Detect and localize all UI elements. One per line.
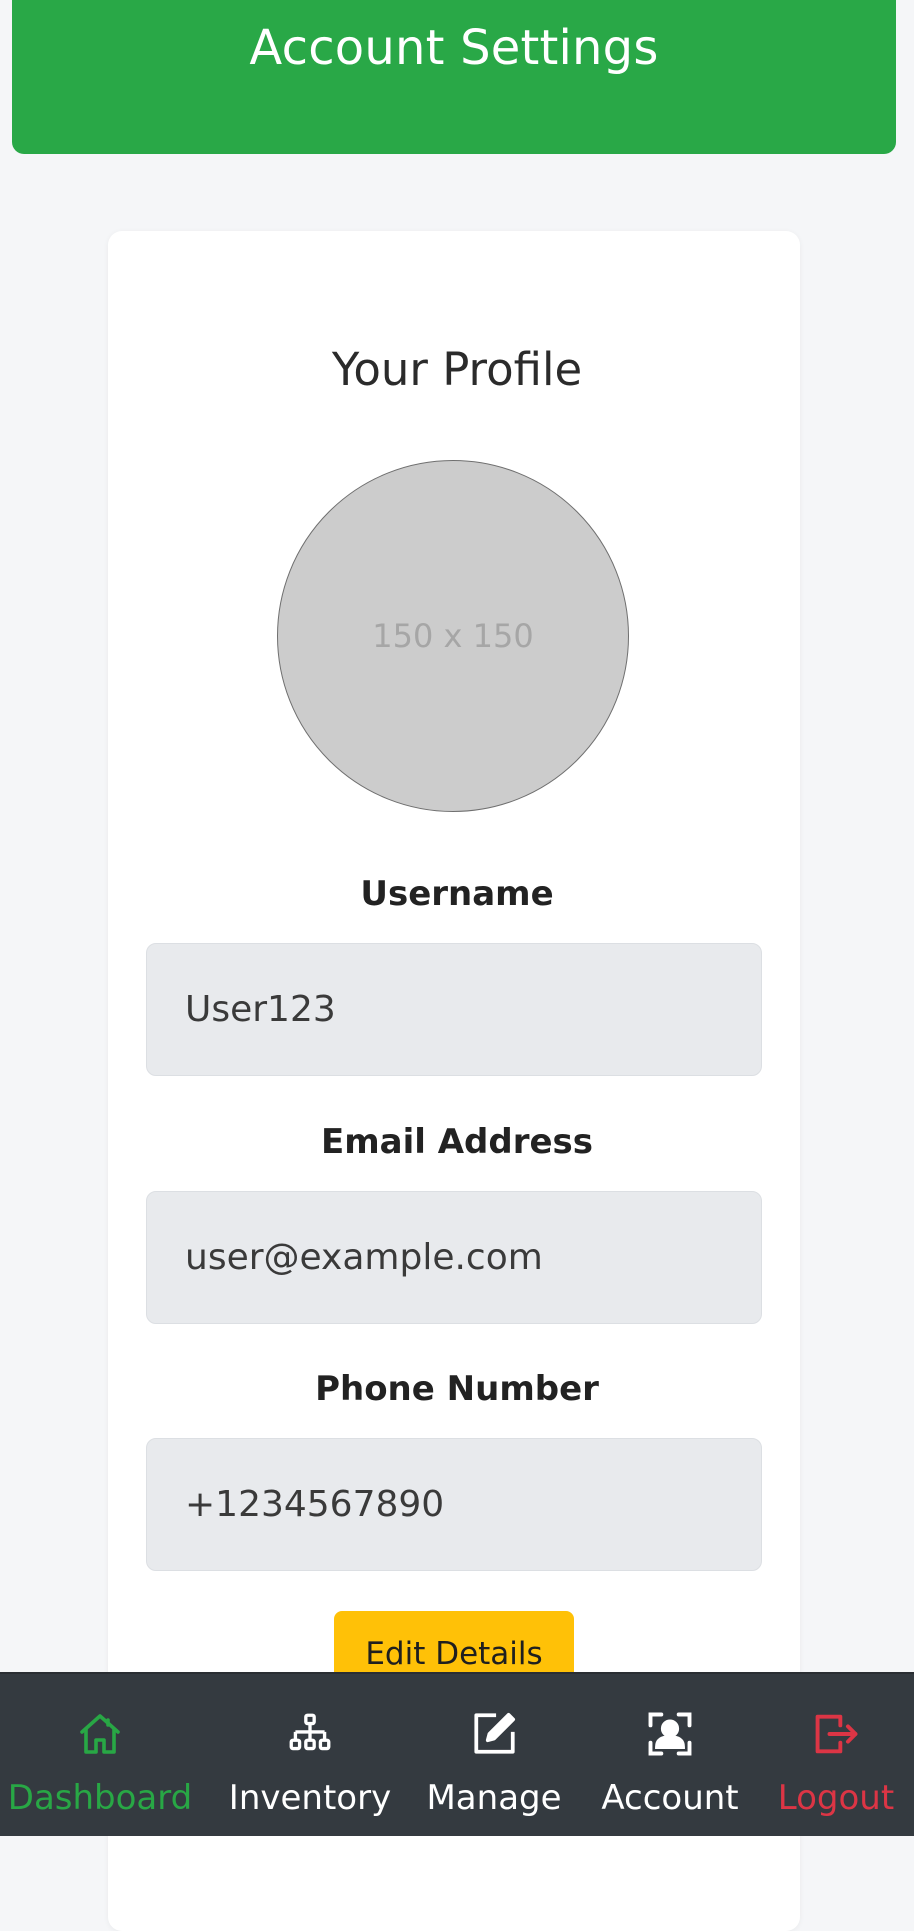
profile-title: Your Profile [331,343,583,396]
phone-value: +1234567890 [185,1484,445,1525]
edit-icon [468,1708,520,1760]
avatar-placeholder-text: 150 x 150 [372,617,534,655]
nav-label-inventory: Inventory [228,1778,392,1818]
phone-label: Phone Number [315,1369,599,1409]
username-value: User123 [185,989,336,1030]
email-label: Email Address [320,1122,594,1162]
phone-field[interactable]: +1234567890 [146,1438,762,1571]
nav-label-logout: Logout [777,1778,895,1818]
page-header: Account Settings [12,0,896,154]
nav-item-account[interactable]: Account [580,1674,760,1838]
edit-details-label: Edit Details [365,1636,543,1672]
user-scan-icon [644,1708,696,1760]
nav-item-dashboard[interactable]: Dashboard [7,1674,193,1838]
username-field[interactable]: User123 [146,943,762,1076]
nav-label-manage: Manage [426,1778,562,1818]
username-label: Username [360,874,554,914]
email-value: user@example.com [185,1237,543,1278]
sitemap-icon [284,1708,336,1760]
bottom-nav: Dashboard Inventory Manage Account Logou… [0,1672,914,1836]
page-title: Account Settings [249,20,659,76]
nav-item-logout[interactable]: Logout [746,1674,914,1838]
nav-label-dashboard: Dashboard [7,1778,193,1818]
avatar: 150 x 150 [277,460,629,812]
email-field[interactable]: user@example.com [146,1191,762,1324]
nav-label-account: Account [601,1778,739,1818]
logout-icon [810,1708,862,1760]
home-icon [74,1708,126,1760]
nav-item-inventory[interactable]: Inventory [220,1674,400,1838]
nav-item-manage[interactable]: Manage [404,1674,584,1838]
